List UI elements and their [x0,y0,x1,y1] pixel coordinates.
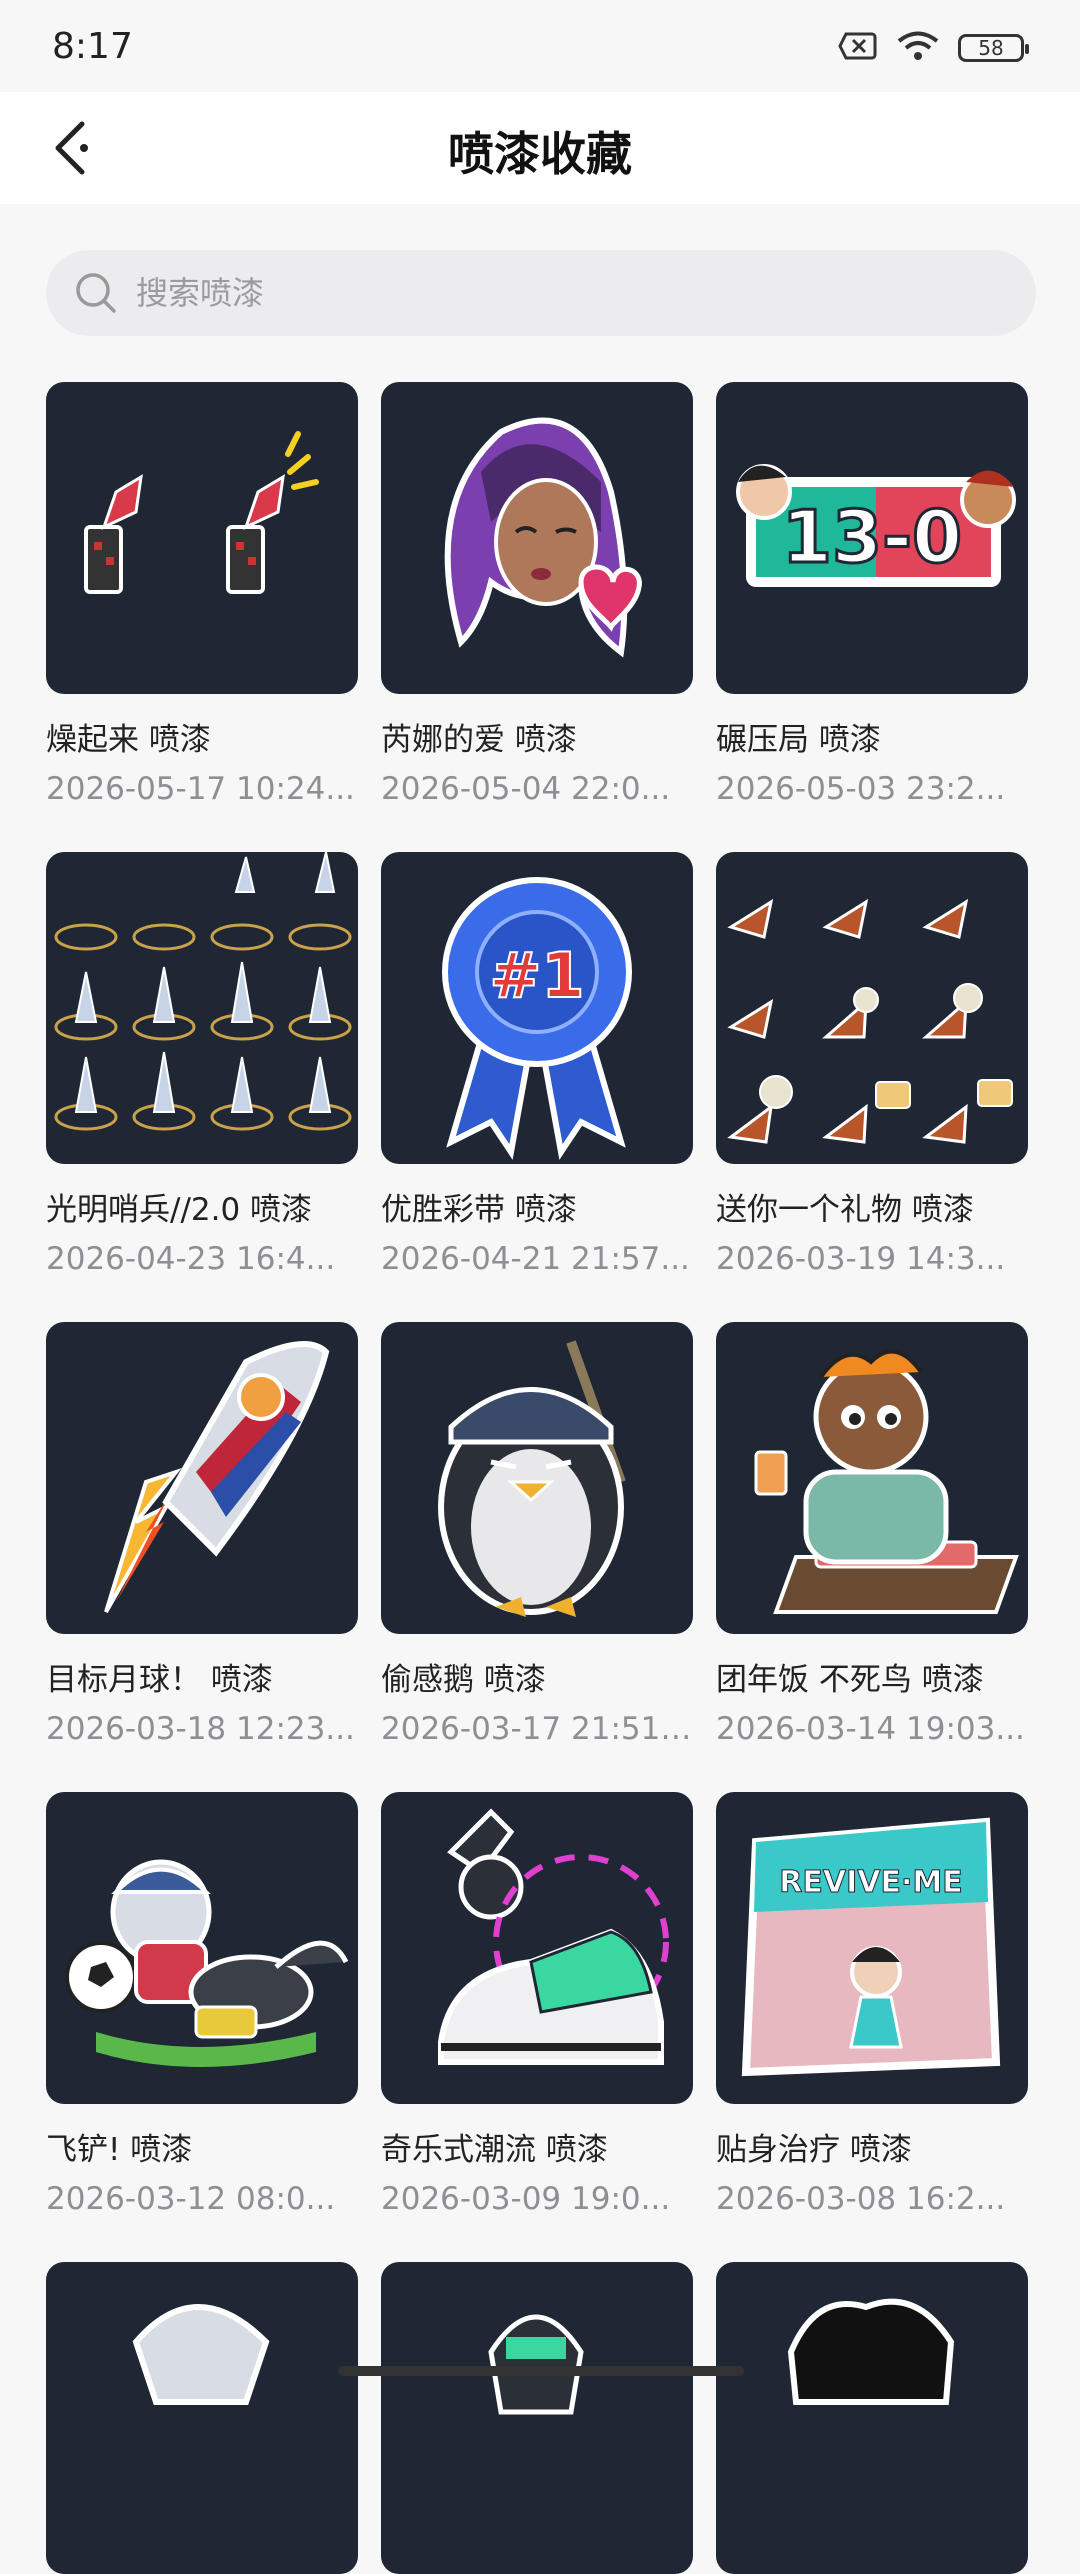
spray-date: 2026-03-18 12:23... [46,1711,355,1747]
reyna-heart-art [444,417,642,658]
sneaky-penguin-art [438,1340,626,1617]
spray-thumbnail [381,2262,693,2574]
spray-date: 2026-04-21 21:57... [381,1241,690,1277]
spray-card[interactable]: 13-0 碾压局 喷漆 2026-05-03 23:2... [716,382,1028,822]
spray-card[interactable] [381,2262,693,2574]
spray-thumbnail [46,1322,358,1634]
revive-me-art: REVIVE·ME [741,1817,1001,2077]
spray-thumbnail [46,1792,358,2104]
spray-name: 贴身治疗 喷漆 [716,2132,912,2168]
ice-cream-cones-art [727,898,1013,1144]
score-text: 13-0 [782,495,962,579]
spray-name: 送你一个礼物 喷漆 [716,1192,974,1228]
spray-card[interactable] [716,2262,1028,2574]
spray-card[interactable]: 燥起来 喷漆 2026-05-17 10:24... [46,382,358,822]
winner-ribbon-art: #1 [442,877,632,1160]
slide-tackle-art [65,1859,349,2067]
spray-name: 燥起来 喷漆 [46,722,211,758]
spray-thumbnail [381,1792,693,2104]
spray-art-partial [787,2298,955,2405]
spray-card[interactable]: 团年饭 不死鸟 喷漆 2026-03-14 19:03... [716,1322,1028,1762]
spray-thumbnail: REVIVE·ME [716,1792,1028,2104]
spray-card[interactable]: 目标月球！ 喷漆 2026-03-18 12:23... [46,1322,358,1762]
revive-text: REVIVE·ME [779,1865,962,1900]
wifi-icon [896,30,940,66]
home-indicator[interactable] [338,2366,744,2376]
spray-date: 2026-05-03 23:2... [716,771,1006,807]
air-horn-art [84,431,319,594]
spray-date: 2026-04-23 16:4... [46,1241,336,1277]
status-bar: 8:17 58 [0,0,1080,92]
spray-thumbnail [381,382,693,694]
spray-card[interactable]: REVIVE·ME 贴身治疗 喷漆 2026-03-08 16:2... [716,1792,1028,2232]
spray-date: 2026-03-12 08:0... [46,2181,336,2217]
spray-date: 2026-03-17 21:51:... [381,1711,693,1747]
spray-name: 奇乐式潮流 喷漆 [381,2132,608,2168]
spray-date: 2026-03-19 14:3... [716,1241,1006,1277]
sentinel-crystals-art [54,852,352,1131]
spray-thumbnail: #1 [381,852,693,1164]
spray-date: 2026-03-09 19:0... [381,2181,671,2217]
spray-thumbnail [46,382,358,694]
spray-card[interactable] [46,2262,358,2574]
spray-date: 2026-05-04 22:0... [381,771,671,807]
spray-thumbnail [46,2262,358,2574]
spray-name: 飞铲! 喷漆 [46,2132,193,2168]
spray-thumbnail [716,2262,1028,2574]
phoenix-dinner-art [754,1349,1019,1614]
spray-thumbnail [716,1322,1028,1634]
spray-name: 优胜彩带 喷漆 [381,1192,577,1228]
status-time: 8:17 [52,26,133,67]
spray-date: 2026-05-17 10:24... [46,771,355,807]
spray-card[interactable]: #1 优胜彩带 喷漆 2026-04-21 21:57... [381,852,693,1292]
spray-name: 光明哨兵//2.0 喷漆 [46,1192,313,1228]
spray-thumbnail [716,852,1028,1164]
spray-date: 2026-03-14 19:03... [716,1711,1025,1747]
spray-art-partial [488,2314,584,2415]
spray-card[interactable]: 飞铲! 喷漆 2026-03-12 08:0... [46,1792,358,2232]
scoreboard-art: 13-0 [736,464,1016,587]
spray-card[interactable]: 送你一个礼物 喷漆 2026-03-19 14:3... [716,852,1028,1292]
spray-name: 碾压局 喷漆 [716,722,881,758]
sneaker-trend-art [438,1808,669,2065]
search-icon [76,273,116,313]
spray-card[interactable]: 芮娜的爱 喷漆 2026-05-04 22:0... [381,382,693,822]
battery-icon: 58 [958,34,1029,62]
spray-card[interactable]: 光明哨兵//2.0 喷漆 2026-04-23 16:4... [46,852,358,1292]
battery-level: 58 [978,36,1004,60]
spray-date: 2026-03-08 16:2... [716,2181,1006,2217]
spray-art-partial [132,2304,270,2405]
spray-thumbnail [381,1322,693,1634]
spray-name: 芮娜的爱 喷漆 [381,722,577,758]
search-bar[interactable] [46,250,1036,336]
search-input[interactable] [134,273,938,313]
spray-name: 目标月球！ 喷漆 [46,1662,273,1698]
spray-thumbnail [46,852,358,1164]
spray-card[interactable]: 奇乐式潮流 喷漆 2026-03-09 19:0... [381,1792,693,2232]
spray-name: 偷感鹅 喷漆 [381,1662,546,1698]
nav-bar: 喷漆收藏 [0,92,1080,204]
moon-rocket-art [104,1341,330,1613]
spray-name: 团年饭 不死鸟 喷漆 [716,1662,984,1698]
rank-text: #1 [489,939,584,1012]
status-icons: 58 [838,30,1029,66]
page-title: 喷漆收藏 [448,127,632,181]
spray-thumbnail: 13-0 [716,382,1028,694]
spray-card[interactable]: 偷感鹅 喷漆 2026-03-17 21:51:... [381,1322,693,1762]
no-sim-icon [838,31,878,65]
